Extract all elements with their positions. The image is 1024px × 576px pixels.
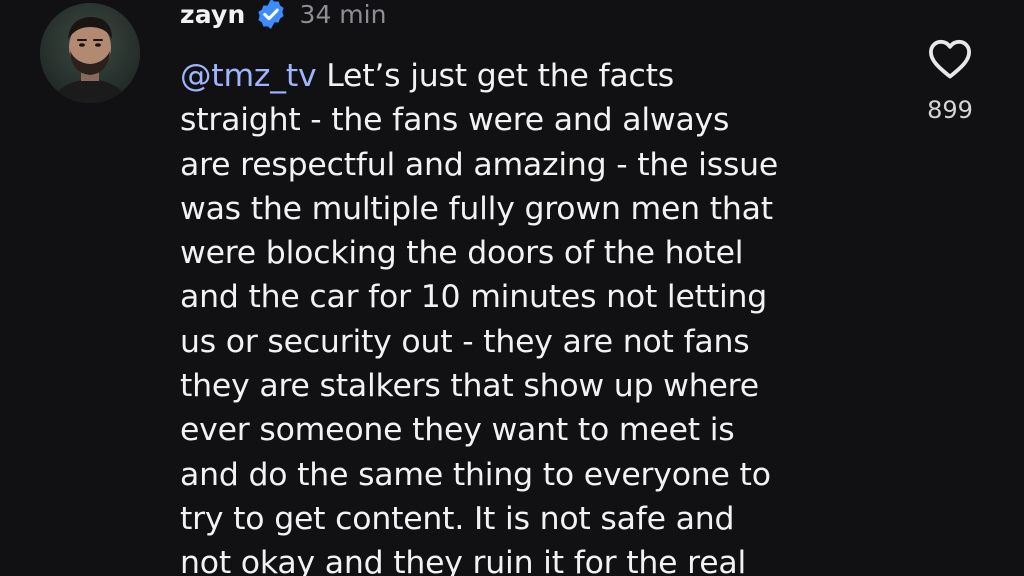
verified-badge-icon <box>257 0 284 29</box>
mention-link[interactable]: @tmz_tv <box>180 58 317 94</box>
like-control: 899 <box>918 38 982 124</box>
post-body: @tmz_tv Let’s just get the facts straigh… <box>180 54 900 576</box>
post-header: zayn 34 min <box>180 0 386 34</box>
post-body-text: Let’s just get the facts straight - the … <box>180 58 779 576</box>
profile-photo <box>40 3 140 103</box>
heart-outline-icon[interactable] <box>927 38 973 80</box>
post-timestamp: 34 min <box>299 0 387 29</box>
username[interactable]: zayn <box>180 0 246 29</box>
avatar[interactable] <box>40 3 140 103</box>
like-count: 899 <box>927 96 973 124</box>
thread-post: zayn 34 min @tmz_tv Let’s just get the f… <box>0 0 1024 576</box>
